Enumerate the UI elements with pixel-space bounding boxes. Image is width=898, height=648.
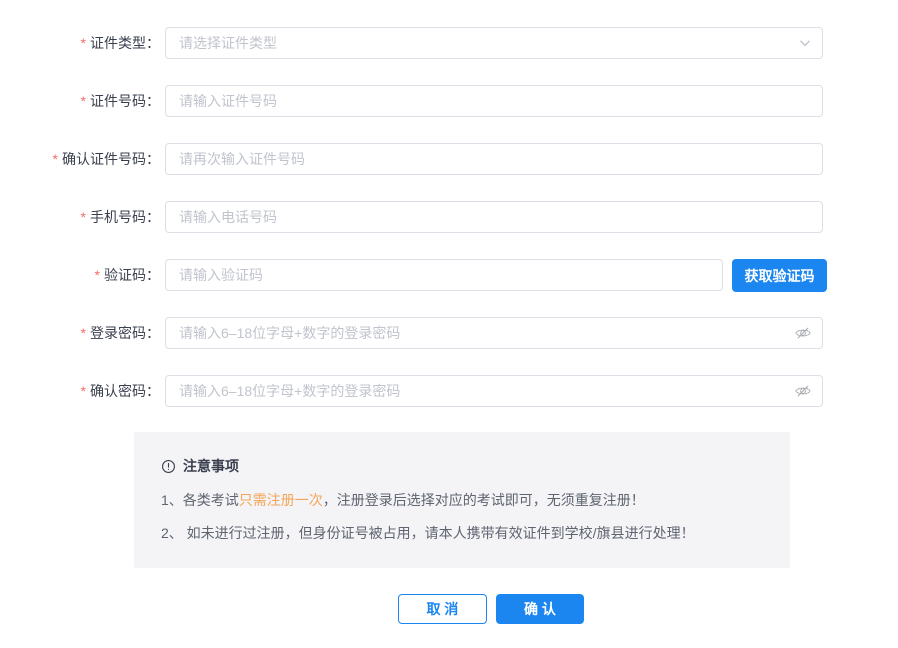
certificate-type-label: *证件类型： — [0, 27, 160, 59]
certificate-type-select[interactable]: 请选择证件类型 — [165, 27, 823, 59]
warning-circle-icon — [161, 459, 176, 474]
confirm-password-input[interactable] — [165, 375, 823, 407]
notice-title: 注意事项 — [161, 456, 762, 476]
eye-off-icon[interactable] — [794, 324, 812, 342]
field-label-text: 证件号码： — [90, 93, 160, 109]
required-asterisk: * — [81, 325, 86, 341]
verification-code-input[interactable] — [165, 259, 723, 291]
phone-number-label: *手机号码： — [0, 201, 160, 233]
chevron-down-icon — [798, 36, 812, 50]
notice-line-1: 1、各类考试只需注册一次，注册登录后选择对应的考试即可，无须重复注册！ — [161, 491, 762, 509]
field-label-text: 确认证件号码： — [62, 151, 160, 167]
required-asterisk: * — [81, 35, 86, 51]
eye-off-icon[interactable] — [794, 382, 812, 400]
field-label-text: 证件类型： — [90, 35, 160, 51]
cancel-button[interactable]: 取 消 — [398, 594, 487, 624]
required-asterisk: * — [81, 209, 86, 225]
form-row-confirm-certificate-number: *确认证件号码： — [0, 143, 898, 175]
required-asterisk: * — [95, 267, 100, 283]
login-password-input[interactable] — [165, 317, 823, 349]
confirm-button[interactable]: 确 认 — [496, 594, 584, 624]
get-verification-code-button[interactable]: 获取验证码 — [732, 259, 827, 292]
phone-number-input[interactable] — [165, 201, 823, 233]
verification-code-label: *验证码： — [0, 259, 160, 291]
notice-line1-suffix: ，注册登录后选择对应的考试即可，无须重复注册！ — [323, 492, 645, 508]
notice-line1-prefix: 1、各类考试 — [161, 492, 239, 508]
select-placeholder: 请选择证件类型 — [179, 33, 277, 53]
notice-title-text: 注意事项 — [183, 456, 239, 476]
required-asterisk: * — [81, 383, 86, 399]
confirm-certificate-number-input[interactable] — [165, 143, 823, 175]
register-once-link[interactable]: 只需注册一次 — [239, 492, 323, 508]
notice-box: 注意事项 1、各类考试只需注册一次，注册登录后选择对应的考试即可，无须重复注册！… — [134, 432, 790, 568]
form-row-confirm-password: *确认密码： — [0, 375, 898, 407]
field-label-text: 确认密码： — [90, 383, 160, 399]
login-password-label: *登录密码： — [0, 317, 160, 349]
form-row-certificate-type: *证件类型： 请选择证件类型 — [0, 27, 898, 59]
notice-line-2: 2、 如未进行过注册，但身份证号被占用，请本人携带有效证件到学校/旗县进行处理！ — [161, 524, 762, 542]
field-label-text: 手机号码： — [90, 209, 160, 225]
required-asterisk: * — [53, 151, 58, 167]
certificate-number-label: *证件号码： — [0, 85, 160, 117]
confirm-password-label: *确认密码： — [0, 375, 160, 407]
registration-form-page: *证件类型： 请选择证件类型 *证件号码： *确认证件号码： *手机号码： — [0, 0, 898, 648]
form-row-verification-code: *验证码： 获取验证码 — [0, 259, 898, 291]
confirm-certificate-number-label: *确认证件号码： — [0, 143, 160, 175]
form-row-login-password: *登录密码： — [0, 317, 898, 349]
form-row-certificate-number: *证件号码： — [0, 85, 898, 117]
required-asterisk: * — [81, 93, 86, 109]
certificate-number-input[interactable] — [165, 85, 823, 117]
form-row-phone-number: *手机号码： — [0, 201, 898, 233]
field-label-text: 验证码： — [104, 267, 160, 283]
field-label-text: 登录密码： — [90, 325, 160, 341]
